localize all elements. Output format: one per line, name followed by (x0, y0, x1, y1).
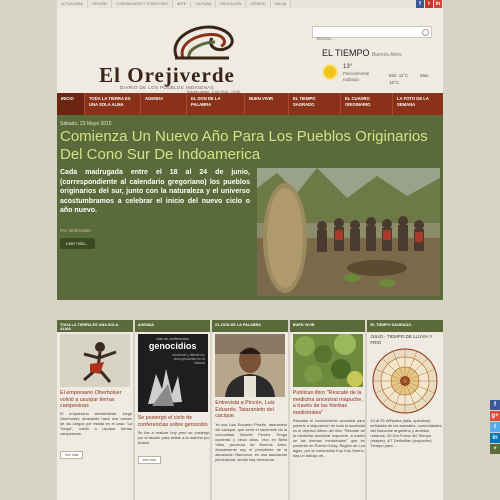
nav-item-buen-vivir[interactable]: BUEN VIVIR (245, 93, 289, 115)
facebook-icon[interactable]: f (416, 0, 424, 8)
search-input[interactable] (313, 33, 431, 44)
nav-item-tiempo-sagrado[interactable]: EL TIEMPO SAGRADO (289, 93, 341, 115)
partly-cloudy-icon (324, 66, 336, 78)
share-sidebar: f g+ t in + (490, 400, 500, 454)
article-photo[interactable] (257, 168, 440, 296)
top-link[interactable]: EDUCACIÓN (216, 0, 247, 8)
column-heading[interactable]: BUEN VIVIR (289, 320, 366, 332)
column-photo[interactable] (215, 334, 286, 397)
column-text: Yo soy Luis Eduardo Pincén, tataranieto … (215, 422, 288, 462)
article-summary: Cada madrugada entre el 18 al 24 de juni… (60, 169, 250, 214)
weather-current: 13° (343, 64, 353, 70)
category-columns: TODA LA TIERRA ES UNA SOLA ALMA El empre… (57, 320, 443, 500)
featured-article: Sábado, 23 Mayo 2015 Comienza Un Nuevo A… (57, 115, 443, 300)
article-author[interactable]: Por Webmaster (60, 228, 91, 233)
column-text: 24 al 25 Wiñpana (lalla, quechwa) señala… (370, 418, 442, 448)
column-photo[interactable] (292, 334, 363, 387)
column-text: El empresario terrateniente Jorge Oberho… (60, 411, 132, 436)
nav-item-cuadro-originario[interactable]: EL CUADRO ORIGINARIO (341, 93, 393, 115)
nav-item-inicio[interactable]: INICIO (57, 93, 85, 115)
column-poster[interactable]: ciclo de conferencias genocidios reconoc… (137, 334, 208, 412)
top-links-bar: ACTUALIDAD OPINIÓN COMUNIDADES Y TERRITORI… (57, 0, 443, 8)
weather-condition: Parcialmente nublado (343, 71, 370, 82)
column-agenda: AGENDA ciclo de conferencias genocidios … (134, 320, 211, 500)
share-google-icon[interactable]: g+ (490, 411, 500, 421)
top-link[interactable]: GÉNERO (246, 0, 271, 8)
read-more-button[interactable]: leer más (137, 456, 162, 464)
column-heading[interactable]: AGENDA (134, 320, 211, 332)
nav-item-foto-semana[interactable]: LA FOTO DE LA SEMANA (393, 93, 443, 115)
read-more-button[interactable]: leer más (60, 451, 84, 459)
top-link[interactable]: OPINIÓN (88, 0, 112, 8)
column-title[interactable]: Se postergó el ciclo de conferencias sob… (138, 415, 210, 428)
calendar-wheel-icon (372, 348, 438, 414)
top-link[interactable]: CULTURA (191, 0, 217, 8)
column-toda-la-tierra: TODA LA TIERRA ES UNA SOLA ALMA El empre… (57, 320, 133, 500)
article-date: Sábado, 23 Mayo 2015 (60, 121, 112, 127)
search-icon[interactable] (422, 29, 429, 36)
logo-icon (173, 25, 234, 60)
share-facebook-icon[interactable]: f (490, 400, 500, 410)
linkedin-icon[interactable]: in (434, 0, 442, 8)
column-heading[interactable]: TODA LA TIERRA ES UNA SOLA ALMA (57, 320, 133, 332)
top-link[interactable]: COMUNIDADES Y TERRITORIO (112, 0, 173, 8)
share-linkedin-icon[interactable]: in (490, 433, 500, 443)
column-text: Rescatar el conocimiento ancestral para … (292, 418, 365, 458)
top-link[interactable]: SALUD (271, 0, 292, 8)
column-heading[interactable]: EL DON DE LA PALABRA (212, 320, 288, 332)
nav-item-agenda[interactable]: AGENDA (141, 93, 187, 115)
top-link[interactable]: ACTUALIDAD (57, 0, 89, 8)
weather-min: Min: 11°C (389, 73, 409, 78)
share-more-icon[interactable]: + (490, 444, 500, 454)
twitter-icon[interactable]: t (425, 0, 433, 8)
site-header: El Orejiverde DIARIO DE LOS PUEBLOS INDI… (57, 8, 443, 94)
article-title[interactable]: Comienza Un Nuevo Año Para Los Pueblos O… (60, 128, 440, 164)
top-link[interactable]: ARTE (173, 0, 192, 8)
main-nav: INICIO TODA LA TIERRA ES UNA SOLA ALMA A… (57, 93, 443, 115)
column-title[interactable]: Entrevista a Pincén, Luis Eduardo. Tatar… (215, 400, 287, 420)
column-heading[interactable]: EL TIEMPO SAGRADO (367, 320, 443, 332)
calendar-title[interactable]: JULIO - TIEMPO DE LLUVIA Y FRIO (370, 334, 440, 345)
column-text: Se iba a realizar hoy pero se postergó p… (137, 430, 210, 445)
column-title[interactable]: Publican libro "Rescate de la medicina a… (293, 390, 365, 416)
social-icons: f t in (416, 0, 442, 8)
read-more-button[interactable]: Leer más... (60, 238, 95, 249)
weather-heading: EL TIEMPO Buenos Aires (322, 48, 402, 58)
column-title[interactable]: El empresario Oberholser volvió a usurpa… (60, 390, 132, 410)
column-tiempo-sagrado: EL TIEMPO SAGRADO JULIO - TIEMPO DE LLUV… (367, 320, 443, 500)
column-photo[interactable] (60, 334, 130, 387)
weather-max: Max (420, 73, 429, 78)
site-subtitle: DIARIO DE LOS PUEBLOS INDIGENAS (119, 85, 215, 90)
column-don-palabra: EL DON DE LA PALABRA Entrevista a Pincén… (212, 320, 288, 500)
nav-item-don-palabra[interactable]: EL DON DE LA PALABRA (187, 93, 245, 115)
nav-item-toda-la-tierra[interactable]: TODA LA TIERRA ES UNA SOLA ALMA (85, 93, 141, 115)
share-twitter-icon[interactable]: t (490, 422, 500, 432)
search-box[interactable] (312, 26, 432, 44)
column-buen-vivir: BUEN VIVIR Publican libro "Rescate de la… (289, 320, 366, 500)
weather-next: 16°C (389, 80, 400, 85)
